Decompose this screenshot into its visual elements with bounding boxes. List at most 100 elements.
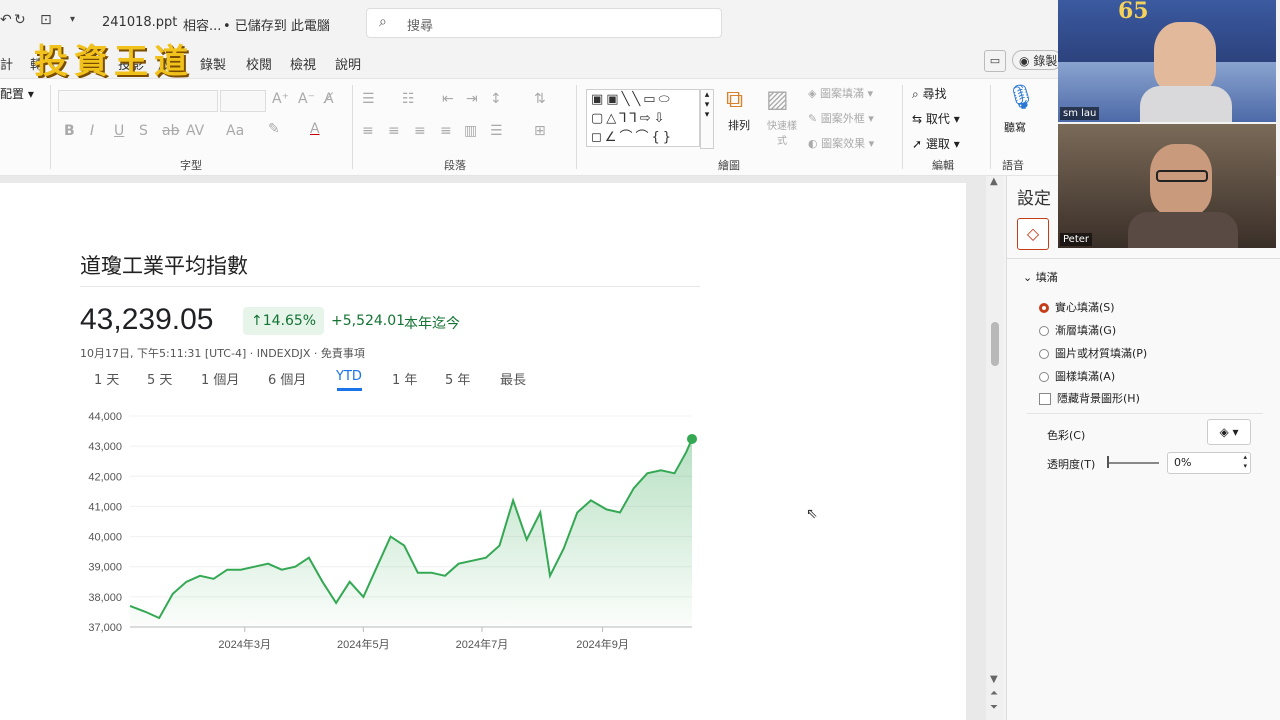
bullets-icon[interactable]: ☰ (362, 91, 375, 107)
period-6m[interactable]: 6 個月 (268, 369, 306, 388)
tab-review[interactable]: 校閱 (246, 54, 272, 73)
pattern-fill-option[interactable]: 圖樣填滿(A) (1039, 368, 1115, 384)
transparency-slider[interactable] (1107, 462, 1159, 464)
tab-record[interactable]: 錄製 (200, 54, 226, 73)
clear-format-icon[interactable]: A̸ (324, 91, 334, 107)
vertical-scrollbar[interactable]: ▲ ▼ ⏶ ⏷ (986, 176, 1004, 720)
period-max[interactable]: 最長 (500, 369, 526, 388)
align-center-icon[interactable]: ≡ (388, 123, 400, 139)
solid-fill-option[interactable]: 實心填滿(S) (1039, 299, 1115, 315)
chevron-down-icon[interactable]: ⌄ (322, 14, 331, 27)
font-size-select[interactable] (220, 90, 266, 112)
smartart-icon[interactable]: ⊞ (534, 123, 546, 139)
tab-view[interactable]: 檢視 (290, 54, 316, 73)
transparency-slider-thumb[interactable] (1107, 456, 1109, 468)
numbering-icon[interactable]: ☷ (402, 91, 415, 107)
grow-font-icon[interactable]: A⁺ (272, 91, 289, 107)
increase-indent-icon[interactable]: ⇥ (466, 91, 478, 107)
font-color-icon[interactable]: A (310, 121, 320, 137)
bold-icon[interactable]: B (64, 123, 75, 139)
search-box[interactable]: ⌕ 搜尋 (366, 8, 722, 38)
period-1y[interactable]: 1 年 (392, 369, 417, 388)
transparency-input[interactable]: 0% ▴ ▾ (1167, 452, 1251, 474)
period-ytd[interactable]: YTD (336, 369, 362, 384)
change-case-icon[interactable]: Aa (226, 123, 244, 139)
replace-button[interactable]: ⇆ 取代 ▾ (912, 110, 960, 127)
redo-icon[interactable]: ↻ (14, 12, 26, 28)
shadow-icon[interactable]: S (139, 123, 148, 139)
arrange-button[interactable]: 排列 (728, 117, 750, 133)
undo-icon[interactable]: ↶ (0, 12, 12, 28)
prev-slide-icon[interactable]: ⏶ (990, 688, 998, 699)
spinner-icon[interactable]: ▴ ▾ (1243, 453, 1247, 471)
change-absolute: +5,524.01 (331, 313, 406, 329)
paragraph-group-label: 段落 (444, 159, 466, 172)
font-name-select[interactable] (58, 90, 218, 112)
decrease-indent-icon[interactable]: ⇤ (442, 91, 454, 107)
color-picker-button[interactable]: ◈ ▾ (1207, 419, 1251, 445)
period-1d[interactable]: 1 天 (94, 369, 119, 388)
search-icon: ⌕ (379, 14, 387, 30)
search-placeholder: 搜尋 (407, 19, 434, 34)
select-button[interactable]: ➚ 選取 ▾ (912, 135, 960, 152)
arrange-icon[interactable]: ⧉ (726, 85, 743, 113)
line-spacing-icon[interactable]: ↕ (490, 91, 502, 107)
x-tick-label: 2024年3月 (218, 637, 271, 651)
gradient-fill-option[interactable]: 漸層填滿(G) (1039, 322, 1116, 338)
picture-fill-option[interactable]: 圖片或材質填滿(P) (1039, 345, 1147, 361)
shrink-font-icon[interactable]: A⁻ (298, 91, 315, 107)
underline-icon[interactable]: U (114, 123, 124, 139)
y-tick-label: 43,000 (88, 441, 122, 453)
scrollbar-thumb[interactable] (991, 322, 999, 366)
align-right-icon[interactable]: ≡ (414, 123, 426, 139)
dictate-button[interactable]: 聽寫 (1004, 119, 1026, 135)
shapes-scroll[interactable]: ▴ ▾ ▾ (700, 89, 714, 149)
start-slideshow-icon[interactable]: ⊡ (40, 12, 52, 28)
text-direction-icon[interactable]: ⇅ (534, 91, 546, 107)
quote-meta: 10月17日, 下午5:11:31 [UTC-4] · INDEXDJX · 免… (80, 347, 365, 360)
char-spacing-icon[interactable]: AV (186, 123, 204, 139)
drawing-group-label: 繪圖 (718, 159, 740, 172)
microphone-icon[interactable]: 🎙 (1006, 83, 1036, 111)
quick-styles-icon[interactable]: ▨ (766, 85, 789, 113)
paint-bucket-icon: ◈ (1219, 425, 1229, 439)
shape-outline-button[interactable]: ✎ 圖案外框 ▾ (808, 110, 874, 126)
tab-help[interactable]: 說明 (335, 54, 361, 73)
shape-effects-button[interactable]: ◐ 圖案效果 ▾ (808, 135, 874, 151)
align-left-icon[interactable]: ≡ (362, 123, 374, 139)
shapes-gallery[interactable]: ▣▣╲╲▭⬭ ▢△⅂⅂⇨⇩ ◻∠⌒⌒{} (586, 89, 700, 147)
cursor-icon: ➚ (912, 137, 923, 151)
hide-bg-checkbox[interactable]: 隱藏背景圖形(H) (1039, 390, 1140, 406)
customize-toolbar-icon[interactable]: ▾ (70, 14, 75, 25)
glasses (1156, 170, 1208, 182)
find-button[interactable]: ⌕ 尋找 (912, 85, 947, 102)
fill-line-tab-icon[interactable]: ◇ (1017, 218, 1049, 250)
find-label: 尋找 (922, 87, 947, 101)
save-status[interactable]: • 已儲存到 此電腦 (223, 15, 330, 34)
scroll-down-icon[interactable]: ▼ (990, 674, 998, 685)
fill-section-toggle[interactable]: ⌄ 填滿 (1023, 269, 1058, 285)
quick-styles-button[interactable]: 快速樣式 (764, 117, 800, 147)
editing-group-label: 編輯 (932, 159, 954, 172)
align-text-icon[interactable]: ☰ (490, 123, 503, 139)
columns-icon[interactable]: ▥ (464, 123, 477, 139)
transparency-label: 透明度(T) (1047, 458, 1096, 471)
pattern-fill-label: 圖樣填滿(A) (1055, 370, 1116, 383)
period-5d[interactable]: 5 天 (147, 369, 172, 388)
shape-fill-button[interactable]: ◈ 圖案填滿 ▾ (808, 85, 873, 101)
tab-design[interactable]: 計 (0, 54, 13, 73)
next-slide-icon[interactable]: ⏷ (990, 702, 998, 713)
highlight-icon[interactable]: ✎ (268, 121, 280, 137)
latest-price-marker (687, 433, 697, 444)
participant-name: Peter (1060, 233, 1093, 246)
strikethrough-icon[interactable]: ab (162, 123, 179, 139)
period-5y[interactable]: 5 年 (445, 369, 470, 388)
justify-icon[interactable]: ≡ (440, 123, 452, 139)
period-1m[interactable]: 1 個月 (201, 369, 239, 388)
italic-icon[interactable]: I (90, 123, 94, 139)
comment-icon[interactable]: ▭ (984, 50, 1006, 72)
scroll-up-icon[interactable]: ▲ (990, 176, 998, 187)
record-button[interactable]: ◉ 錄製 (1012, 50, 1062, 70)
replace-label: 取代 (925, 112, 950, 126)
layout-dropdown[interactable]: 配置 ▾ (0, 85, 34, 102)
